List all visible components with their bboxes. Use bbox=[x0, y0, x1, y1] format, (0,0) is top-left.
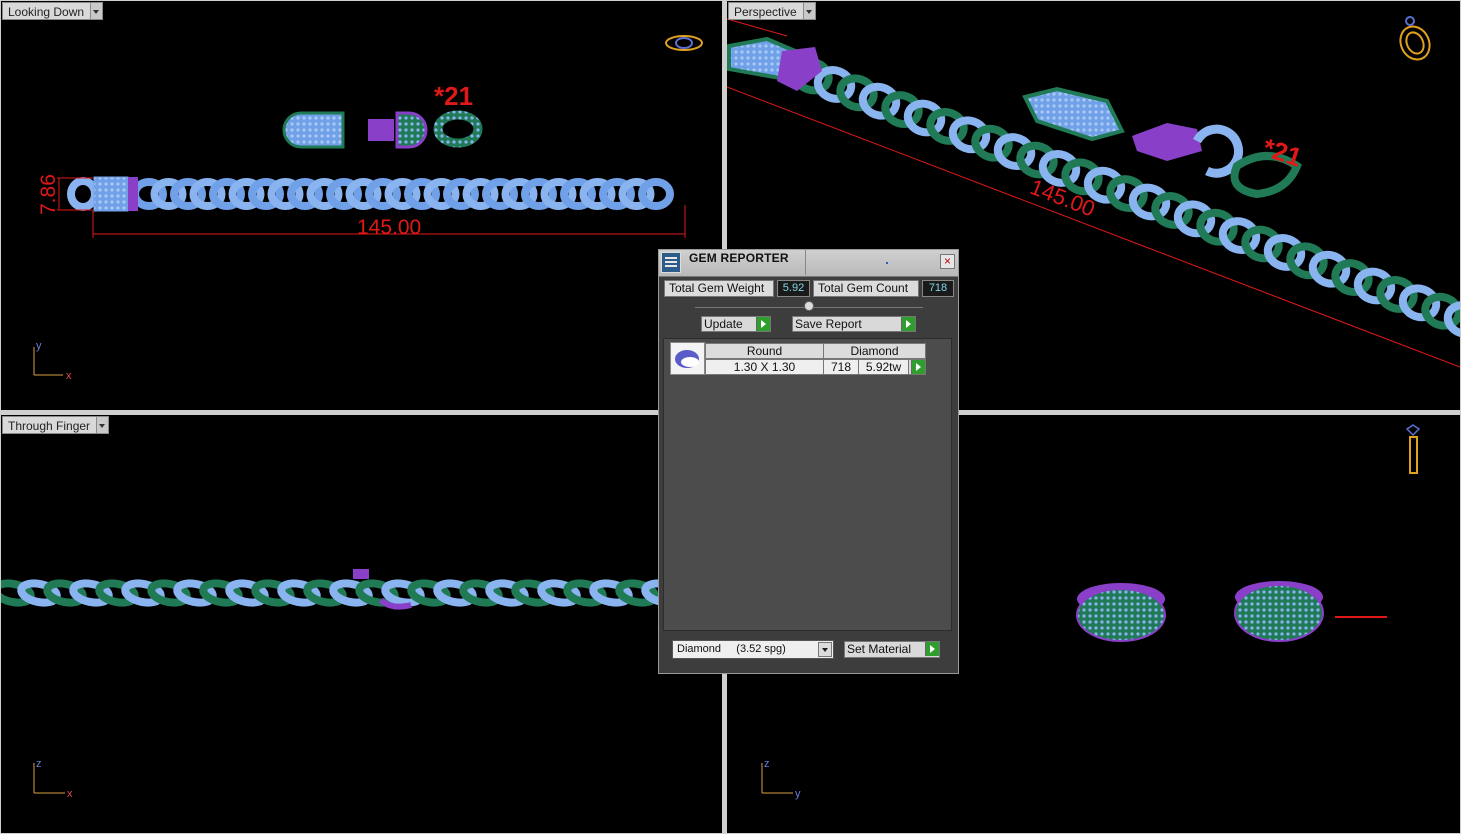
chain-link bbox=[1263, 234, 1306, 271]
chain-end-link bbox=[67, 177, 99, 211]
chain-link bbox=[836, 74, 878, 112]
looking-down-scene: *21 145.00 7.86 y x bbox=[33, 35, 703, 382]
total-gem-count-label: Total Gem Count bbox=[813, 280, 919, 297]
chain-top-view bbox=[67, 177, 674, 211]
chain-link bbox=[1106, 175, 1148, 212]
viewport-label-text: Looking Down bbox=[8, 5, 85, 19]
clasp-block bbox=[93, 176, 129, 212]
ring-perspective-icon[interactable] bbox=[1395, 16, 1435, 64]
dimension-height: 7.86 bbox=[37, 174, 60, 215]
chain-link bbox=[881, 91, 923, 128]
play-arrow-icon bbox=[925, 642, 939, 656]
titlebar-dot bbox=[886, 262, 888, 264]
gem-size-cell: 1.30 X 1.30 bbox=[705, 359, 824, 375]
material-select[interactable]: Diamond (3.52 spg) bbox=[672, 640, 834, 659]
chain-cross-section-1 bbox=[1076, 583, 1166, 642]
close-button[interactable]: × bbox=[940, 254, 955, 269]
chevron-down-icon[interactable] bbox=[90, 3, 103, 19]
gem-reporter-logo-icon bbox=[661, 252, 681, 273]
update-button-label: Update bbox=[704, 317, 743, 331]
chain-link bbox=[1016, 141, 1058, 179]
set-material-button[interactable]: Set Material bbox=[844, 641, 940, 658]
chain-link bbox=[638, 178, 674, 210]
chain-link bbox=[971, 124, 1013, 162]
gem-weight-cell: 5.92tw bbox=[858, 359, 909, 375]
gem-reporter-panel[interactable]: GEM REPORTER × Total Gem Weight 5.92 Tot… bbox=[658, 249, 959, 674]
chain-link bbox=[1151, 192, 1193, 229]
chain-link bbox=[1196, 208, 1238, 246]
axis-x-label: x bbox=[67, 788, 73, 800]
chain-link bbox=[1331, 259, 1373, 296]
clasp-bar bbox=[128, 177, 138, 211]
through-finger-scene: z x bbox=[1, 569, 722, 800]
ring-side-icon[interactable] bbox=[1405, 424, 1421, 474]
gem-material-header: Diamond bbox=[823, 343, 926, 359]
play-arrow-icon bbox=[756, 317, 770, 331]
chain-link bbox=[1376, 276, 1418, 313]
dimension-width: 145.00 bbox=[357, 216, 421, 239]
chain-link bbox=[1353, 267, 1396, 305]
viewport-label-perspective[interactable]: Perspective bbox=[728, 2, 816, 20]
ring-top-view-icon[interactable] bbox=[665, 35, 703, 51]
axis-y-label: y bbox=[795, 788, 801, 800]
viewport-label-looking-down[interactable]: Looking Down bbox=[2, 2, 104, 20]
total-gem-weight-label: Total Gem Weight bbox=[664, 280, 774, 297]
axis-z-label: z bbox=[764, 758, 770, 770]
gem-list[interactable]: Round Diamond 1.30 X 1.30 718 5.92tw bbox=[663, 338, 952, 631]
collapse-knob-icon[interactable] bbox=[804, 301, 814, 311]
chain-link bbox=[858, 82, 901, 120]
chain-link bbox=[1173, 200, 1216, 238]
axis-z-label: z bbox=[36, 758, 42, 770]
viewport-label-text: Through Finger bbox=[8, 419, 91, 433]
chain-link bbox=[1398, 284, 1441, 322]
chain-side-view bbox=[1, 579, 722, 607]
round-diamond-icon[interactable] bbox=[670, 342, 705, 375]
set-material-button-label: Set Material bbox=[847, 642, 912, 656]
play-arrow-icon bbox=[901, 317, 915, 331]
update-button[interactable]: Update bbox=[701, 316, 771, 332]
viewport-label-text: Perspective bbox=[734, 5, 797, 19]
total-gem-weight-value: 5.92 bbox=[777, 280, 810, 297]
total-gem-weight: Total Gem Weight 5.92 bbox=[664, 280, 810, 297]
chain-link bbox=[1241, 225, 1283, 263]
gem-reporter-title: GEM REPORTER bbox=[689, 251, 789, 265]
total-gem-count: Total Gem Count 718 bbox=[813, 280, 954, 297]
chevron-down-icon[interactable] bbox=[818, 642, 832, 657]
chain-link bbox=[926, 108, 968, 145]
viewport-looking-down[interactable]: *21 145.00 7.86 y x Looking Down bbox=[0, 0, 723, 411]
chain-link bbox=[1128, 183, 1171, 221]
gem-count-cell: 718 bbox=[823, 359, 859, 375]
save-report-button-label: Save Report bbox=[795, 317, 862, 331]
gem-row-go-button[interactable] bbox=[908, 359, 926, 375]
titlebar-divider bbox=[805, 250, 806, 275]
clasp-part-perspective-3 bbox=[1193, 124, 1243, 178]
chain-link bbox=[948, 116, 991, 154]
chain-link bbox=[1218, 217, 1261, 254]
viewport-through-finger[interactable]: z x Through Finger bbox=[0, 414, 723, 834]
material-select-value: Diamond (3.52 spg) bbox=[677, 643, 786, 655]
chain-cross-section-2 bbox=[1234, 581, 1324, 642]
save-report-button[interactable]: Save Report bbox=[792, 316, 916, 332]
chain-link bbox=[1286, 242, 1328, 280]
clasp-side bbox=[353, 569, 369, 579]
clasp-part-perspective-2 bbox=[1132, 123, 1202, 161]
chain-link bbox=[993, 133, 1036, 170]
chain-link bbox=[903, 99, 946, 137]
gem-reporter-titlebar[interactable]: GEM REPORTER × bbox=[659, 250, 958, 277]
marker-label: *21 bbox=[434, 81, 473, 111]
clasp-part-perspective-1 bbox=[1022, 86, 1125, 142]
play-arrow-icon bbox=[911, 360, 925, 374]
chevron-down-icon[interactable] bbox=[96, 417, 109, 433]
clasp-part-1 bbox=[282, 111, 345, 149]
gem-shape-header: Round bbox=[705, 343, 824, 359]
chain-link bbox=[1308, 250, 1351, 288]
clasp-part-2 bbox=[368, 119, 394, 141]
viewport-label-through-finger[interactable]: Through Finger bbox=[2, 416, 110, 434]
chevron-down-icon[interactable] bbox=[802, 3, 815, 19]
axis-y-label: y bbox=[36, 340, 42, 352]
axis-x-label: x bbox=[66, 370, 72, 382]
total-gem-count-value: 718 bbox=[922, 280, 954, 297]
ring-part bbox=[433, 110, 483, 148]
clasp-part-3 bbox=[395, 111, 428, 149]
